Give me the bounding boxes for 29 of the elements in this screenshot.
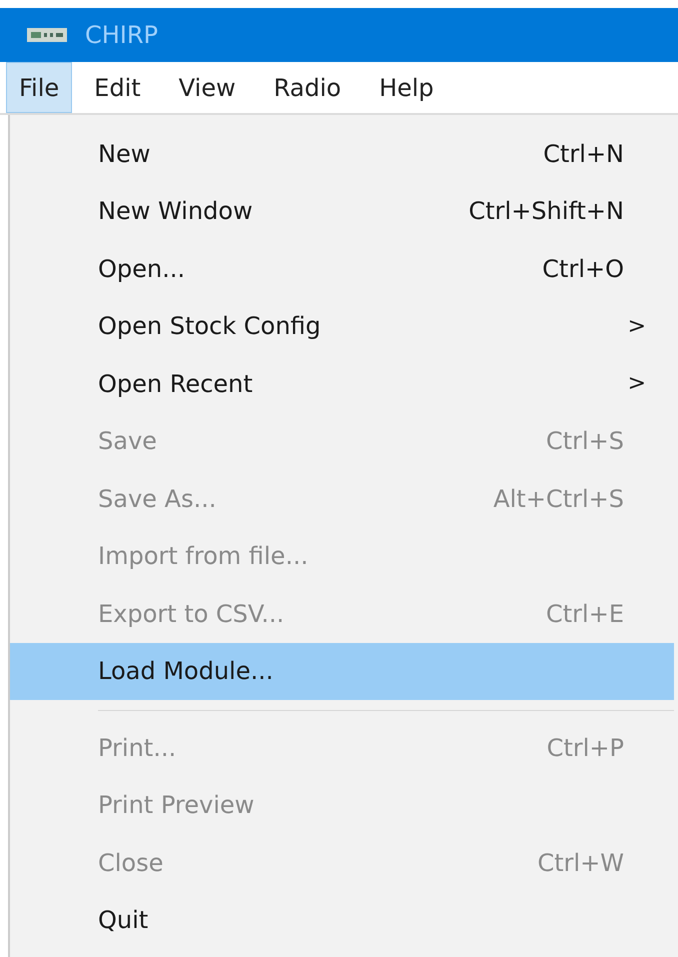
menu-item[interactable]: Load Module... <box>10 642 674 700</box>
shortcut-text: Ctrl+Shift+N <box>468 197 624 226</box>
menu-item-label: Export to CSV... <box>98 600 286 628</box>
submenu-arrow: > <box>628 371 646 396</box>
shortcut-text: Ctrl+S <box>546 427 624 456</box>
shortcut-text: Ctrl+P <box>546 734 624 762</box>
menu-item[interactable]: Quit <box>10 892 674 949</box>
menu-item-label: New <box>98 140 152 168</box>
radio-icon <box>27 28 67 42</box>
shortcut-text: Ctrl+E <box>546 600 624 628</box>
menu-bar-item[interactable]: Radio <box>258 62 358 113</box>
shortcut-text: Alt+Ctrl+S <box>493 484 624 513</box>
menu-item-label: New Window <box>98 197 254 226</box>
menu-item-label: Save As... <box>98 484 218 513</box>
menu-bar-item[interactable]: View <box>162 62 252 113</box>
shortcut-text: Ctrl+N <box>543 140 624 168</box>
menu-item-label: Close <box>98 848 164 877</box>
shortcut-text: Ctrl+W <box>537 848 624 877</box>
menu-bar-item[interactable]: Help <box>363 62 450 113</box>
menu-item-label: Open Stock Config <box>98 312 322 340</box>
submenu-arrow: > <box>628 314 646 339</box>
menu-bar-item[interactable]: Edit <box>78 62 157 113</box>
shortcut-text: Ctrl+O <box>542 254 624 283</box>
menu-item-label: Open... <box>98 254 186 283</box>
menu-item-label: Save <box>98 427 158 456</box>
window-title: CHIRP <box>85 21 158 49</box>
menu-item-label: Open Recent <box>98 370 254 398</box>
menu-bar-item[interactable]: File <box>6 62 72 113</box>
menu-item-label: Print... <box>98 734 178 762</box>
